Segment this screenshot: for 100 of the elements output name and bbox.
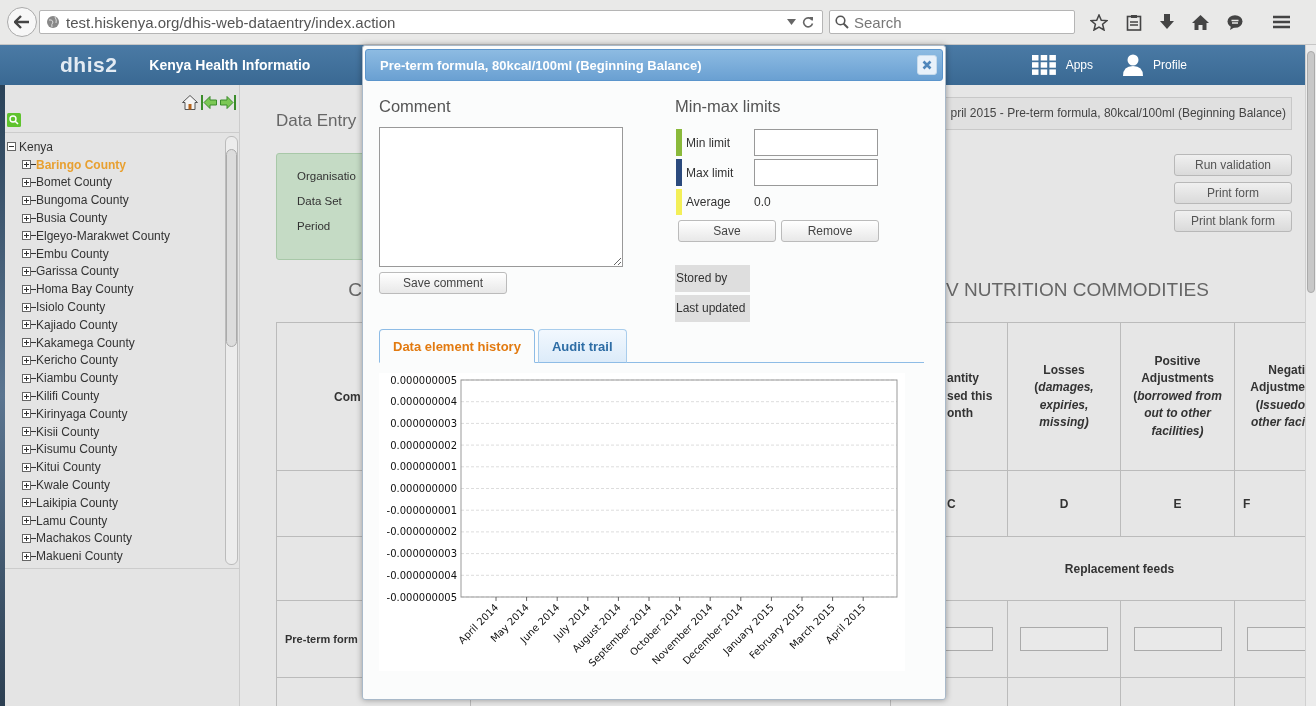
tree-item[interactable]: Elgeyo-Marakwet County [36,228,171,243]
plus-box-icon[interactable] [22,462,36,472]
limit-button[interactable]: Save [678,220,776,242]
y-tick-label: 0.000000002 [390,439,457,451]
tree-item[interactable]: Makueni County [36,549,123,564]
y-tick-label: 0.000000005 [390,374,457,386]
logo[interactable]: dhis2 [60,53,118,77]
back-button[interactable] [7,7,37,37]
tree-item[interactable]: Kwale County [36,478,111,493]
home-icon[interactable] [182,95,198,110]
column-letter: D [1059,496,1069,511]
plus-box-icon[interactable] [22,427,36,437]
tree-item[interactable]: Kisumu County [36,442,118,457]
tree-item[interactable]: Lamu County [36,513,108,528]
plus-box-icon[interactable] [22,302,36,312]
dropdown-icon[interactable] [787,19,796,25]
form-label: Organisatio [297,170,356,182]
header-menu-item[interactable]: Profile [1123,54,1187,76]
comment-field[interactable] [379,127,623,267]
tree-item[interactable]: Busia County [36,211,108,226]
value-field[interactable] [1020,627,1108,651]
right-arrow-icon[interactable] [220,95,236,110]
plus-box-icon[interactable] [22,231,36,241]
plus-box-icon[interactable] [22,249,36,259]
tree-item[interactable]: Embu County [36,246,109,261]
tree-item[interactable]: Kisii County [36,424,100,439]
plus-box-icon[interactable] [22,213,36,223]
plus-box-icon[interactable] [22,551,36,561]
context-bar: pril 2015 - Pre-term formula, 80kcal/100ml (Beginning Balance) [946,97,1292,130]
tree-item[interactable]: Homa Bay County [36,282,134,297]
section-heading: C [348,279,362,301]
limit-label: Average [686,195,732,209]
clipboard-icon[interactable] [1126,13,1142,31]
y-tick-label: -0.000000002 [386,526,457,538]
plus-box-icon[interactable] [22,498,36,508]
tree-item[interactable]: Isiolo County [36,300,106,315]
info-label: Last updated [675,295,750,322]
tree-item[interactable]: Kiambu County [36,371,119,386]
tree-item[interactable]: Laikipia County [36,495,119,510]
limit-button[interactable]: Remove [781,220,879,242]
tree-item[interactable]: Kilifi County [36,389,100,404]
form-button[interactable]: Print blank form [1174,210,1292,232]
tree-item[interactable]: Machakos County [36,531,133,546]
star-icon[interactable] [1090,13,1108,31]
form-label: Data Set [297,195,342,207]
tab[interactable]: Audit trail [537,329,627,363]
plus-box-icon[interactable] [22,160,36,170]
plus-box-icon[interactable] [22,284,36,294]
plus-box-icon[interactable] [22,338,36,348]
plus-box-icon[interactable] [22,195,36,205]
plus-box-icon[interactable] [22,480,36,490]
column-letter: F [1243,496,1251,511]
plus-box-icon[interactable] [22,391,36,401]
column-header: antity sed this onth [947,370,993,423]
search-field[interactable]: Search [829,10,1075,34]
grid-icon [1031,55,1056,75]
plus-box-icon[interactable] [22,266,36,276]
plus-box-icon[interactable] [22,320,36,330]
tree-item[interactable]: Kericho County [36,353,119,368]
form-button[interactable]: Print form [1174,182,1292,204]
close-button[interactable] [917,55,937,75]
tree-item[interactable]: Bungoma County [36,193,129,208]
tree-item[interactable]: Kajiado County [36,317,118,332]
menu-icon[interactable] [1273,15,1290,29]
header-menu-item[interactable]: Apps [1031,54,1093,76]
download-icon[interactable] [1160,14,1174,30]
y-tick-label: -0.000000005 [386,591,457,603]
url-field[interactable]: test.hiskenya.org/dhis-web-dataentry/index.action [39,10,823,34]
scrollbar[interactable] [225,136,238,565]
plus-box-icon[interactable] [22,373,36,383]
tree-item[interactable]: Kirinyaga County [36,406,128,421]
column-header: Com [334,389,361,404]
form-label: Period [297,220,331,232]
y-tick-label: -0.000000004 [386,569,457,581]
plus-box-icon[interactable] [22,444,36,454]
plus-box-icon[interactable] [22,533,36,543]
app-title: Kenya Health Informatio [149,57,311,73]
left-arrow-icon[interactable] [201,95,217,110]
save-comment-button[interactable]: Save comment [379,272,507,294]
value-field[interactable] [1133,627,1222,651]
limit-field[interactable] [754,129,878,156]
column-header: Positive Adjustments (borrowed from out to other facilities) [1133,353,1222,440]
scrollbar[interactable] [1305,45,1316,706]
form-button[interactable]: Run validation [1174,154,1292,176]
tree-item[interactable]: Kakamega County [36,335,135,350]
limit-field[interactable] [754,159,878,186]
chat-icon[interactable] [1227,14,1243,30]
globe-icon [46,15,60,29]
plus-box-icon[interactable] [22,178,36,187]
info-label: Stored by [675,265,750,292]
home-icon[interactable] [1192,14,1209,30]
tree-item[interactable]: Kenya [19,139,54,154]
tree-item[interactable]: Bomet County [36,175,113,190]
plus-box-icon[interactable] [22,355,36,365]
tree-item[interactable]: Kitui County [36,460,101,475]
minus-box-icon[interactable] [7,142,19,152]
plus-box-icon[interactable] [22,516,36,526]
reload-icon[interactable] [802,16,814,28]
plus-box-icon[interactable] [22,409,36,419]
tree-item[interactable]: Garissa County [36,264,119,279]
